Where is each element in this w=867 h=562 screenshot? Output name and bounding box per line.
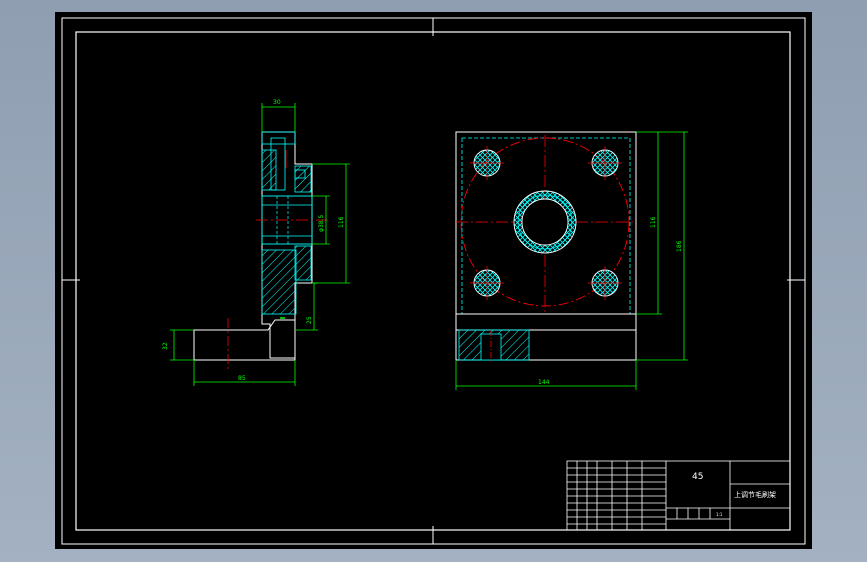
dim-left-top-width: 30 xyxy=(273,99,281,106)
dim-right-inner-height: 116 xyxy=(650,216,657,228)
dim-left-inner-dia: φ38.5 xyxy=(318,215,325,233)
dim-left-overall-height: 116 xyxy=(338,216,345,228)
cad-viewport[interactable]: 30 φ38.5 116 25 32 85 116 186 144 45 上调节… xyxy=(0,0,867,562)
scale-label: 1:1 xyxy=(716,512,723,517)
material-label: 45 xyxy=(692,472,703,482)
engineering-drawing: 30 φ38.5 116 25 32 85 116 186 144 45 上调节… xyxy=(55,12,812,549)
part-name-label: 上调节毛刷架 xyxy=(734,490,776,499)
dim-left-step: 25 xyxy=(306,316,313,324)
drawing-sheet xyxy=(55,12,812,549)
dim-left-bottom-height: 32 xyxy=(162,342,169,350)
dim-right-overall-height: 186 xyxy=(676,240,683,252)
dim-left-bottom-width: 85 xyxy=(238,375,246,382)
dim-right-width: 144 xyxy=(538,379,550,386)
